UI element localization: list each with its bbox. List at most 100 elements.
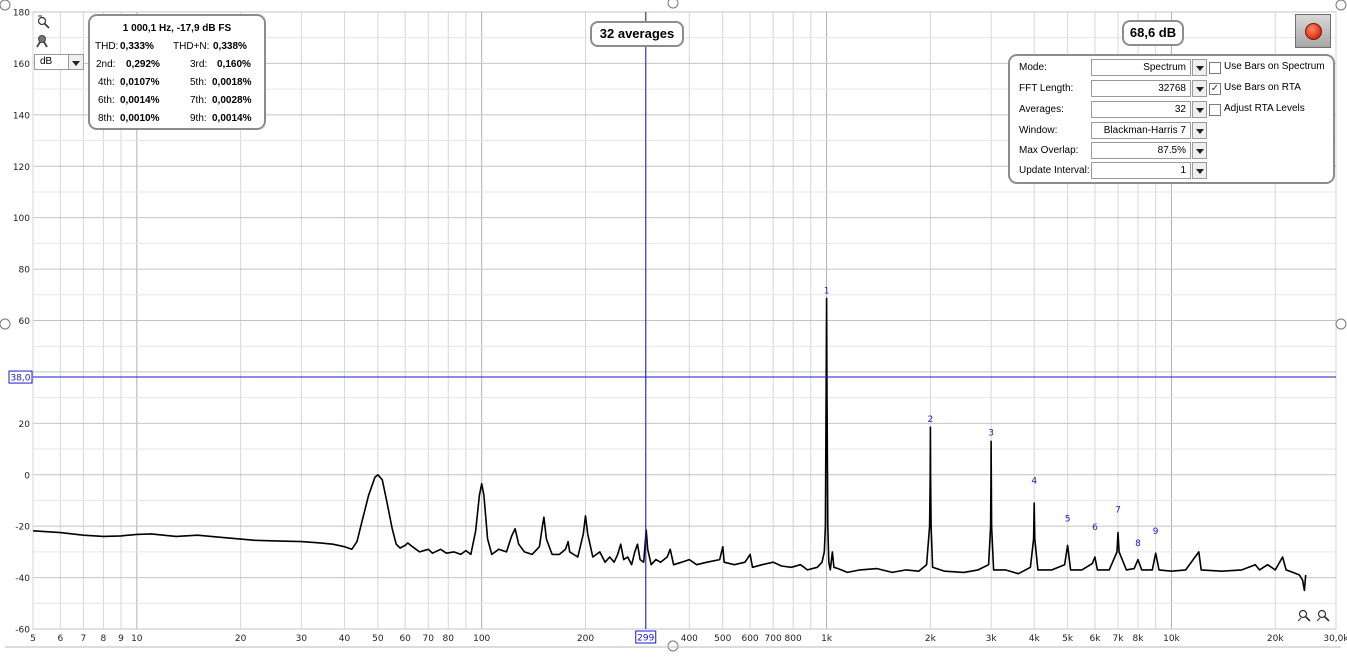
stat-value: 0,338% (213, 41, 247, 52)
chevron-down-icon[interactable] (1192, 59, 1207, 76)
stat-value: 0,0028% (212, 95, 252, 106)
stat-value: 0,160% (217, 59, 251, 70)
x-tick-label: 8k (1133, 634, 1145, 644)
stats-row: 6th: 0,0014% 7th: 0,0028% (90, 95, 264, 109)
stat-value: 0,0014% (212, 113, 252, 124)
stat-label: 4th: (98, 77, 115, 88)
y-tick-label: -20 (15, 523, 30, 533)
fft-length-row: FFT Length: 32768 (1010, 80, 1210, 98)
x-tick-label: 500 (714, 634, 731, 644)
x-tick-label: 5 (30, 634, 36, 644)
distortion-stats-panel: 1 000,1 Hz, -17,9 dB FS THD: 0,333% THD+… (88, 14, 266, 130)
adjust-rta-label: Adjust RTA Levels (1224, 103, 1305, 114)
stat-label: 9th: (190, 113, 207, 124)
x-tick-label: 70 (423, 634, 435, 644)
cursor-y-label: 38,0 (10, 374, 30, 384)
x-tick-label: 800 (785, 634, 802, 644)
mode-label: Mode: (1019, 62, 1047, 73)
chevron-down-icon[interactable] (1192, 142, 1207, 159)
window-select[interactable]: Blackman-Harris 7 (1091, 122, 1191, 139)
max-overlap-label: Max Overlap: (1019, 145, 1079, 156)
use-bars-rta-label: Use Bars on RTA (1224, 82, 1301, 93)
resize-handle[interactable] (0, 0, 11, 11)
use-bars-rta-checkbox[interactable]: ✓ Use Bars on RTA (1208, 82, 1333, 96)
update-interval-value: 1 (1180, 165, 1186, 176)
stats-row: THD: 0,333% THD+N: 0,338% (90, 41, 264, 55)
x-tick-label: 200 (577, 634, 594, 644)
use-bars-spectrum-label: Use Bars on Spectrum (1224, 61, 1325, 72)
x-tick-label: 40 (339, 634, 351, 644)
x-tick-label: 1k (821, 634, 833, 644)
chevron-down-icon[interactable] (1192, 101, 1207, 118)
level-badge: 68,6 dB (1122, 20, 1184, 46)
adjust-rta-checkbox[interactable]: Adjust RTA Levels (1208, 103, 1333, 117)
resize-handle[interactable] (667, 640, 679, 652)
y-tick-label: 120 (13, 163, 30, 173)
stat-label: 6th: (98, 95, 115, 106)
x-tick-label: 3k (986, 634, 998, 644)
stats-row: 2nd: 0,292% 3rd: 0,160% (90, 59, 264, 73)
stat-value: 0,0018% (212, 77, 252, 88)
harmonic-marker: 9 (1153, 527, 1159, 537)
y-tick-label: -60 (15, 626, 30, 636)
rta-settings-panel: Mode: Spectrum FFT Length: 32768 Average… (1008, 54, 1335, 184)
unit-select[interactable]: dB (34, 54, 84, 70)
stat-label: 7th: (190, 95, 207, 106)
averages-label: Averages: (1019, 104, 1064, 115)
x-tick-label: 8 (101, 634, 107, 644)
zoom-fit-icon[interactable] (1316, 608, 1332, 623)
fft-length-select[interactable]: 32768 (1091, 80, 1191, 97)
chevron-down-icon[interactable] (1192, 162, 1207, 179)
stats-row: 4th: 0,0107% 5th: 0,0018% (90, 77, 264, 91)
y-tick-label: 60 (19, 317, 31, 327)
x-tick-label: 30 (296, 634, 308, 644)
max-overlap-select[interactable]: 87.5% (1091, 142, 1191, 159)
max-overlap-row: Max Overlap: 87.5% (1010, 142, 1210, 160)
x-tick-label: 20k (1267, 634, 1284, 644)
use-bars-spectrum-checkbox[interactable]: Use Bars on Spectrum (1208, 61, 1333, 75)
resize-handle[interactable] (0, 318, 11, 330)
averages-badge: 32 averages (590, 21, 684, 47)
window-label: Window: (1019, 125, 1058, 136)
checkbox-box[interactable] (1209, 62, 1221, 74)
chevron-down-icon[interactable] (1192, 122, 1207, 139)
resize-handle[interactable] (667, 0, 679, 9)
x-tick-label: 9 (118, 634, 124, 644)
chevron-down-icon[interactable] (68, 54, 84, 70)
harmonic-marker: 3 (988, 428, 994, 438)
resize-handle[interactable] (1335, 0, 1347, 11)
y-tick-label: 80 (19, 266, 31, 276)
mode-select[interactable]: Spectrum (1091, 59, 1191, 76)
chevron-down-icon[interactable] (1192, 80, 1207, 97)
update-interval-row: Update Interval: 1 (1010, 162, 1210, 180)
stat-label: 8th: (98, 113, 115, 124)
stat-label: 3rd: (190, 59, 208, 70)
resize-handle[interactable] (1335, 318, 1347, 330)
stat-value: 0,333% (120, 41, 154, 52)
rta-window: 123456789 180 160 140 120 100 80 60 20 0 -20 -40 -6… (0, 0, 1347, 663)
x-tick-label: 700 (765, 634, 782, 644)
update-interval-select[interactable]: 1 (1091, 162, 1191, 179)
x-tick-label: 400 (681, 634, 698, 644)
x-tick-label: 4k (1029, 634, 1041, 644)
unit-select-value: dB (40, 56, 53, 67)
x-tick-label: 30,0k (1323, 634, 1347, 644)
stat-value: 0,0010% (120, 113, 160, 124)
harmonic-marker: 4 (1031, 476, 1037, 486)
x-tick-label: 6 (57, 634, 63, 644)
record-button[interactable] (1295, 14, 1331, 48)
zoom-out-icon[interactable] (1297, 608, 1313, 623)
x-tick-label: 50 (372, 634, 384, 644)
checkbox-box[interactable] (1209, 104, 1221, 116)
checkbox-box[interactable]: ✓ (1209, 83, 1221, 95)
zoom-reset-icon[interactable] (36, 33, 52, 48)
y-tick-label: 0 (24, 471, 30, 481)
harmonic-marker: 6 (1092, 523, 1098, 533)
cursor-x-label: 299 (637, 634, 654, 644)
averages-select[interactable]: 32 (1091, 101, 1191, 118)
x-tick-label: 100 (473, 634, 490, 644)
x-tick-label: 10 (131, 634, 143, 644)
y-tick-label: 100 (13, 214, 30, 224)
stat-label: 5th: (190, 77, 207, 88)
zoom-in-icon[interactable] (36, 14, 52, 29)
